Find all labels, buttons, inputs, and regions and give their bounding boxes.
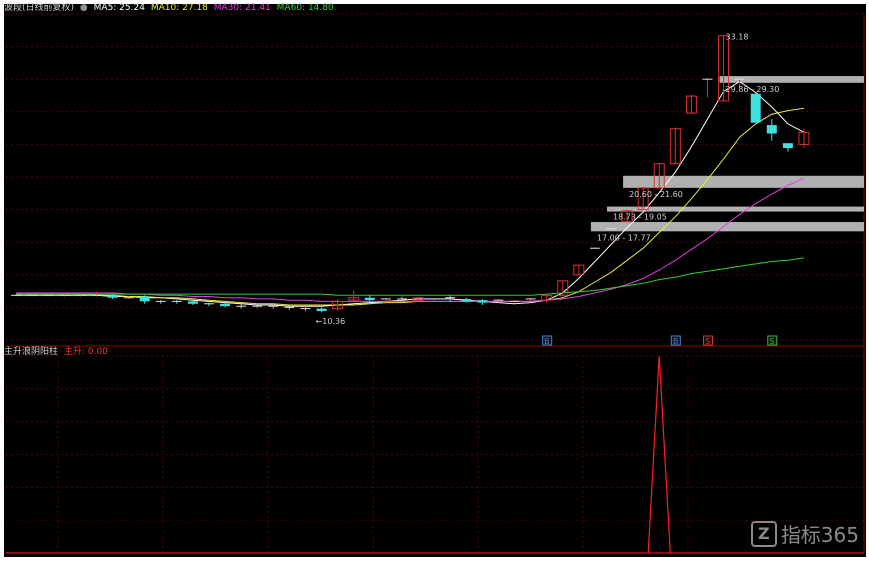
chart-canvas: 33.18 29.86 - 29.30 20.60 - 21.60 18.73 - 1… [4, 4, 866, 557]
candle-body-down [477, 300, 488, 303]
price-label: 29.86 - 29.30 [726, 85, 780, 94]
candle-body-down [220, 303, 231, 307]
signal-marker-text: S [769, 337, 774, 346]
sub-indicator-title: 主升浪阴阳柱 [4, 347, 59, 357]
candle-body-down [766, 125, 777, 134]
ma5-value: MA5: 25.24 [93, 3, 145, 13]
ma60-value: MA60: 14.80 [276, 3, 334, 13]
candle-body-down [187, 301, 198, 304]
price-label: ←10.36 [316, 317, 346, 326]
chart-window: 33.18 29.86 - 29.30 20.60 - 21.60 18.73 - 1… [0, 0, 869, 562]
price-label: 20.60 - 21.60 [629, 190, 683, 199]
watermark: Z 指标365 [750, 519, 859, 548]
sub-legend: 主升浪阴阳柱 主升: 0.00 [4, 347, 111, 358]
main-indicator-title: 波段(日线前复权) [4, 3, 75, 13]
price-label: 18.73 - 19.05 [613, 212, 667, 221]
price-label: 33.18 [726, 33, 749, 42]
candle-body-down [364, 297, 375, 301]
ma30-value: MA30: 21.41 [213, 3, 271, 13]
sub-indicator-value: 主升: 0.00 [63, 347, 108, 357]
signal-marker-text: B [544, 337, 550, 346]
signal-marker-text: S [705, 337, 710, 346]
price-label: 17.00 - 17.77 [597, 233, 651, 242]
settings-dot-icon[interactable]: ● [80, 3, 88, 13]
candle-body-down [316, 308, 327, 312]
ma10-value: MA10: 27.18 [150, 3, 208, 13]
brand-logo-icon: Z [750, 520, 777, 547]
signal-marker-text: B [673, 337, 679, 346]
candle-body-down [139, 296, 150, 302]
candle-body-down [782, 143, 793, 149]
watermark-text: 指标365 [780, 523, 859, 547]
candle-body-down [750, 93, 761, 123]
candle-body-down [461, 298, 472, 302]
candle-body-down [107, 295, 118, 298]
main-legend: 波段(日线前复权) ● MA5: 25.24 MA10: 27.18 MA30:… [4, 3, 337, 14]
